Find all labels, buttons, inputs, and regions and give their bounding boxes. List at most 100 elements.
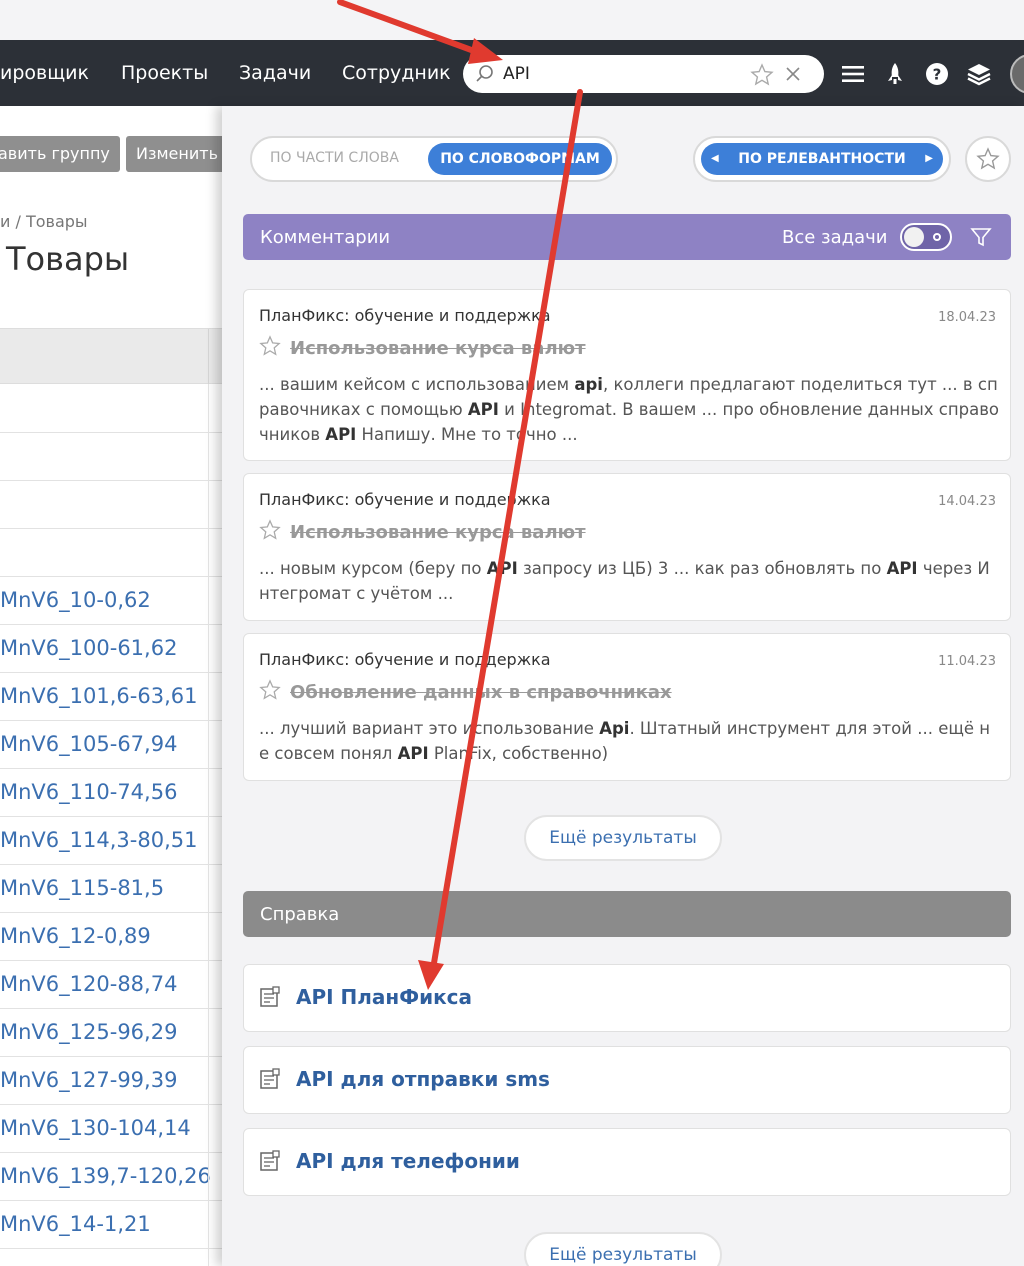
product-link[interactable]: MnV6_12-0,89: [0, 924, 151, 948]
product-link[interactable]: MnV6_105-67,94: [0, 732, 177, 756]
table-row: [0, 385, 222, 433]
result-title[interactable]: Обновление данных в справочниках: [290, 682, 672, 703]
document-icon: [260, 1068, 280, 1089]
product-link[interactable]: MnV6_120-88,74: [0, 972, 177, 996]
help-article[interactable]: API для телефонии: [243, 1128, 1011, 1196]
result-title[interactable]: Использование курса валют: [290, 338, 586, 359]
edit-button[interactable]: Изменить: [126, 136, 222, 172]
products-page: авить группу Изменить и / Товары Товары …: [0, 106, 222, 1266]
table-row: [0, 529, 222, 577]
product-link[interactable]: MnV6_10-0,62: [0, 588, 151, 612]
star-icon: [976, 147, 1000, 170]
product-link[interactable]: MnV6_110-74,56: [0, 780, 177, 804]
layers-icon[interactable]: [966, 61, 992, 87]
result-date: 14.04.23: [938, 494, 996, 509]
all-tasks-label: Все задачи: [782, 227, 888, 248]
chevron-right-icon[interactable]: ▶: [925, 143, 933, 175]
nav-item-projects[interactable]: Проекты: [121, 62, 208, 84]
nav-item-employees[interactable]: Сотрудник: [342, 62, 450, 84]
product-link[interactable]: MnV6_115-81,5: [0, 876, 164, 900]
star-icon[interactable]: [259, 335, 281, 357]
help-article-link[interactable]: API для телефонии: [296, 1149, 520, 1173]
mode-partial-word[interactable]: ПО ЧАСТИ СЛОВА: [270, 150, 399, 166]
table-row[interactable]: MnV6_114,3-80,51: [0, 817, 222, 865]
more-help-button[interactable]: Ещё результаты: [524, 1232, 722, 1266]
star-icon[interactable]: [259, 679, 281, 701]
document-icon: [260, 1150, 280, 1171]
product-link[interactable]: MnV6_130-104,14: [0, 1116, 191, 1140]
result-snippet: ... вашим кейсом с использованием api, к…: [259, 375, 1000, 444]
comments-header: Комментарии Все задачи: [243, 214, 1011, 260]
result-title[interactable]: Использование курса валют: [290, 522, 586, 543]
help-header: Справка: [243, 891, 1011, 937]
comment-result[interactable]: ПланФикс: обучение и поддержка 11.04.23 …: [243, 633, 1011, 781]
nav-item-tasks[interactable]: Задачи: [239, 62, 311, 84]
close-icon[interactable]: [783, 64, 803, 84]
star-icon[interactable]: [750, 63, 774, 87]
search-icon: [476, 65, 493, 82]
table-row[interactable]: MnV6_100-61,62: [0, 625, 222, 673]
product-link[interactable]: MnV6_114,3-80,51: [0, 828, 197, 852]
table-row[interactable]: MnV6_127-99,39: [0, 1057, 222, 1105]
page-title: Товары: [6, 240, 130, 278]
star-icon[interactable]: [259, 519, 281, 541]
search-input[interactable]: [503, 61, 743, 87]
help-title: Справка: [260, 904, 340, 925]
add-group-button[interactable]: авить группу: [0, 136, 120, 172]
document-icon: [260, 986, 280, 1007]
table-row[interactable]: MnV6_105-67,94: [0, 721, 222, 769]
table-row[interactable]: MnV6_110-74,56: [0, 769, 222, 817]
help-icon[interactable]: ?: [924, 61, 950, 87]
table-header: [0, 328, 222, 385]
result-snippet: ... лучший вариант это использование Api…: [259, 719, 991, 763]
mode-wordforms[interactable]: ПО СЛОВОФОРМАМ: [428, 143, 612, 175]
breadcrumb[interactable]: и / Товары: [0, 212, 88, 231]
product-link[interactable]: MnV6_101,6-63,61: [0, 684, 197, 708]
table-row[interactable]: MnV6_101,6-63,61: [0, 673, 222, 721]
menu-icon[interactable]: [840, 61, 866, 87]
help-article-link[interactable]: API для отправки sms: [296, 1067, 550, 1091]
table-row[interactable]: MnV6_14-1,21: [0, 1201, 222, 1249]
filter-icon[interactable]: [969, 225, 993, 249]
help-article[interactable]: API для отправки sms: [243, 1046, 1011, 1114]
result-date: 11.04.23: [938, 654, 996, 669]
product-link[interactable]: MnV6_125-96,29: [0, 1020, 177, 1044]
table-row[interactable]: MnV6_139,7-120,26: [0, 1153, 222, 1201]
result-source: ПланФикс: обучение и поддержка: [259, 490, 551, 509]
search-results-panel: ПО ЧАСТИ СЛОВА ПО СЛОВОФОРМАМ ◀ ПО РЕЛЕВ…: [222, 106, 1024, 1266]
table-row[interactable]: MnV6_125-96,29: [0, 1009, 222, 1057]
result-source: ПланФикс: обучение и поддержка: [259, 650, 551, 669]
table-row[interactable]: MnV6_130-104,14: [0, 1105, 222, 1153]
result-snippet: ... новым курсом (беру по API запросу из…: [259, 559, 990, 603]
help-article-link[interactable]: API ПланФикса: [296, 985, 472, 1009]
nav-item-planner[interactable]: ировщик: [0, 62, 89, 84]
product-link[interactable]: MnV6_14-1,21: [0, 1212, 151, 1236]
sort-selector[interactable]: ◀ ПО РЕЛЕВАНТНОСТИ ▶: [693, 136, 951, 182]
more-comments-button[interactable]: Ещё результаты: [524, 815, 722, 861]
top-strip: [0, 0, 1024, 40]
global-search[interactable]: [463, 55, 824, 93]
result-date: 18.04.23: [938, 310, 996, 325]
table-row: [0, 481, 222, 529]
result-source: ПланФикс: обучение и поддержка: [259, 306, 551, 325]
product-link[interactable]: MnV6_139,7-120,26: [0, 1164, 211, 1188]
all-tasks-toggle[interactable]: [900, 223, 952, 251]
column-divider: [208, 384, 209, 1266]
help-article[interactable]: API ПланФикса: [243, 964, 1011, 1032]
table-row[interactable]: MnV6_10-0,62: [0, 577, 222, 625]
product-link[interactable]: MnV6_127-99,39: [0, 1068, 177, 1092]
table-row[interactable]: MnV6_12-0,89: [0, 913, 222, 961]
table-row[interactable]: MnV6_115-81,5: [0, 865, 222, 913]
rocket-icon[interactable]: [882, 61, 908, 87]
chevron-left-icon[interactable]: ◀: [711, 143, 719, 175]
favorite-search-button[interactable]: [965, 136, 1011, 182]
sort-label: ПО РЕЛЕВАНТНОСТИ: [738, 151, 906, 167]
table-row[interactable]: MnV6_120-88,74: [0, 961, 222, 1009]
product-link[interactable]: MnV6_100-61,62: [0, 636, 177, 660]
comments-title: Комментарии: [260, 227, 391, 248]
match-mode-switch: ПО ЧАСТИ СЛОВА ПО СЛОВОФОРМАМ: [250, 136, 618, 182]
table-row: [0, 433, 222, 481]
comment-result[interactable]: ПланФикс: обучение и поддержка 18.04.23 …: [243, 289, 1011, 461]
svg-text:?: ?: [933, 66, 942, 84]
comment-result[interactable]: ПланФикс: обучение и поддержка 14.04.23 …: [243, 473, 1011, 621]
